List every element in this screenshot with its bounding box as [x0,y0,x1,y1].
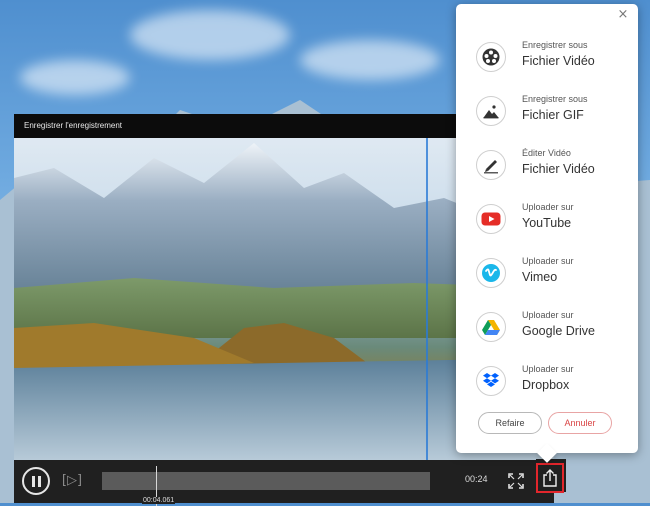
menu-item-dropbox[interactable]: Uploader sur Dropbox [476,362,626,406]
menu-item-save-gif[interactable]: Enregistrer sous Fichier GIF [476,92,626,136]
menu-item-caption: Enregistrer sous [522,94,588,104]
share-icon [543,469,557,487]
frame-step-button[interactable]: [▷] [60,472,84,490]
menu-item-caption: Enregistrer sous [522,40,588,50]
close-icon[interactable]: × [616,8,630,22]
export-menu-popup: × Enregistrer sous Fichier Vidéo Enregis… [456,4,638,453]
menu-item-caption: Uploader sur [522,202,574,212]
film-reel-icon [476,42,506,72]
menu-item-vimeo[interactable]: Uploader sur Vimeo [476,254,626,298]
fullscreen-icon[interactable] [508,473,524,489]
youtube-icon [476,204,506,234]
redo-button[interactable]: Refaire [478,412,542,434]
menu-item-label: Dropbox [522,378,570,392]
pause-icon-bar [31,475,35,487]
image-icon [476,96,506,126]
trim-marker[interactable] [426,138,428,460]
export-button[interactable] [536,463,564,493]
menu-item-caption: Uploader sur [522,256,574,266]
menu-item-label: Vimeo [522,270,558,284]
menu-item-edit-video[interactable]: Éditer Vidéo Fichier Vidéo [476,146,626,190]
menu-item-save-video[interactable]: Enregistrer sous Fichier Vidéo [476,38,626,82]
menu-item-google-drive[interactable]: Uploader sur Google Drive [476,308,626,352]
edit-pen-icon [476,150,506,180]
menu-item-label: Google Drive [522,324,595,338]
menu-item-youtube[interactable]: Uploader sur YouTube [476,200,626,244]
menu-item-caption: Uploader sur [522,364,574,374]
menu-item-caption: Uploader sur [522,310,574,320]
menu-item-label: Fichier Vidéo [522,54,595,68]
timeline-track[interactable] [102,466,430,506]
vimeo-icon [476,258,506,288]
menu-item-caption: Éditer Vidéo [522,148,571,158]
pause-icon-bar [37,475,41,487]
cancel-button[interactable]: Annuler [548,412,612,434]
dropbox-icon [476,366,506,396]
google-drive-icon [476,312,506,342]
menu-item-label: Fichier GIF [522,108,584,122]
playback-controls: [▷] 00:04.061 00:24 [14,460,554,506]
menu-item-label: Fichier Vidéo [522,162,595,176]
duration-label: 00:24 [465,474,488,484]
menu-item-label: YouTube [522,216,572,230]
pause-button[interactable] [22,467,50,495]
